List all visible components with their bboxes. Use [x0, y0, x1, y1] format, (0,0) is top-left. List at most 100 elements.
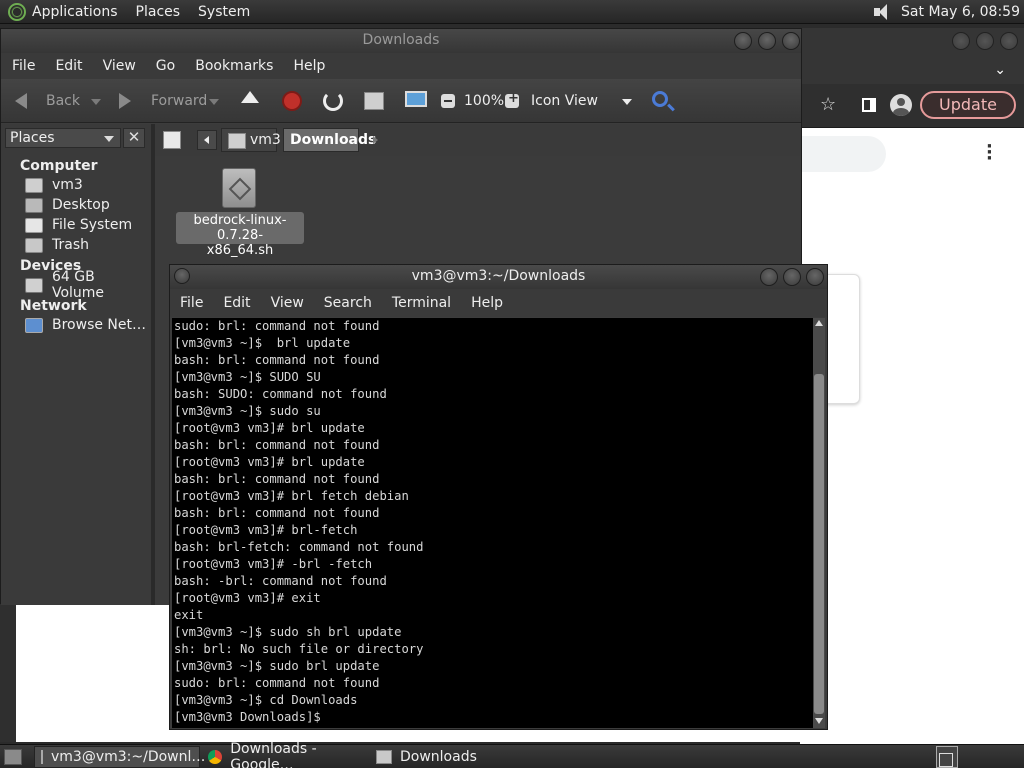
system-menu[interactable]: System — [198, 4, 250, 20]
path-scroll-left-button[interactable] — [197, 130, 217, 150]
forward-button[interactable]: Forward — [151, 93, 207, 109]
panel-tray: Sat May 6, 08:59 — [871, 0, 1020, 24]
terminal-line: sudo: brl: command not found — [174, 676, 380, 690]
terminal-line: [vm3@vm3 ~]$ brl update — [174, 336, 351, 350]
reload-icon[interactable] — [323, 91, 343, 111]
sidebar-type-select[interactable]: Places — [5, 128, 121, 148]
sidebar-close-button[interactable]: ✕ — [123, 128, 145, 148]
menu-bookmarks[interactable]: Bookmarks — [195, 58, 273, 74]
search-icon[interactable] — [652, 91, 668, 107]
menu-go[interactable]: Go — [156, 58, 175, 74]
menu-file[interactable]: File — [12, 58, 35, 74]
sidebar-item-64gb-volume[interactable]: 64 GB Volume — [25, 269, 151, 301]
taskbar-item-chrome[interactable]: Downloads - Google… — [202, 741, 368, 768]
window-menu-button[interactable] — [174, 268, 190, 284]
folder-icon — [376, 750, 392, 764]
close-button[interactable] — [782, 32, 800, 50]
applications-menu[interactable]: Applications — [32, 4, 118, 20]
browser-titlebar: ⌄ — [800, 28, 1024, 84]
sidebar-item-browse-network[interactable]: Browse Net… — [25, 315, 146, 335]
scroll-down-icon[interactable] — [815, 718, 823, 724]
terminal-line: sh: brl: No such file or directory — [174, 642, 424, 656]
breadcrumb-home[interactable]: vm3 — [221, 128, 281, 152]
profile-avatar-icon[interactable] — [890, 94, 912, 116]
browser-content: · · · — [800, 128, 1024, 744]
terminal-menu-file[interactable]: File — [180, 295, 203, 311]
more-menu-icon[interactable]: · · · — [986, 138, 993, 168]
side-panel-icon[interactable] — [862, 98, 876, 112]
menu-edit[interactable]: Edit — [55, 58, 82, 74]
bookmark-star-icon[interactable]: ☆ — [820, 94, 836, 115]
desktop-icon — [25, 197, 43, 213]
terminal-menu-edit[interactable]: Edit — [223, 295, 250, 311]
terminal-icon — [41, 750, 43, 764]
scroll-up-icon[interactable] — [815, 320, 823, 326]
terminal-screen[interactable]: sudo: brl: command not found [vm3@vm3 ~]$… — [172, 318, 813, 728]
menu-help[interactable]: Help — [293, 58, 325, 74]
sidebar-title: Places — [10, 130, 55, 146]
forward-arrow-icon[interactable] — [119, 93, 131, 109]
tab-search-chevron-icon[interactable]: ⌄ — [994, 62, 1006, 78]
terminal-line: [vm3@vm3 ~]$ sudo su — [174, 404, 321, 418]
menu-view[interactable]: View — [103, 58, 136, 74]
drive-icon — [25, 277, 43, 293]
terminal-maximize-button[interactable] — [783, 268, 801, 286]
back-button[interactable]: Back — [46, 93, 80, 109]
taskbar-item-downloads[interactable]: Downloads — [370, 746, 536, 768]
scroll-thumb[interactable] — [814, 374, 824, 714]
sidebar-section-network: Network — [20, 298, 87, 314]
taskbar-item-terminal[interactable]: vm3@vm3:~/Downl… — [34, 746, 205, 768]
back-history-chevron-icon[interactable] — [91, 99, 101, 105]
maximize-button[interactable] — [758, 32, 776, 50]
places-menu[interactable]: Places — [136, 4, 181, 20]
breadcrumb-current[interactable]: Downloads — [283, 128, 376, 152]
chevron-down-icon — [104, 136, 114, 142]
terminal-scrollbar[interactable] — [813, 318, 825, 728]
home-folder-icon — [25, 177, 43, 193]
forward-history-chevron-icon[interactable] — [209, 99, 219, 105]
zoom-out-icon[interactable] — [441, 94, 455, 108]
browser-minimize-button[interactable] — [952, 32, 970, 50]
zoom-in-icon[interactable] — [505, 91, 519, 108]
back-arrow-icon[interactable] — [15, 93, 27, 109]
home-icon[interactable] — [364, 92, 384, 110]
script-file-icon[interactable] — [222, 168, 256, 208]
zoom-level: 100% — [464, 93, 505, 109]
chrome-browser-window: ⌄ ☆ Update · · · — [800, 28, 1024, 744]
terminal-menu-view[interactable]: View — [271, 295, 304, 311]
view-mode-chevron-icon[interactable] — [622, 99, 632, 105]
terminal-titlebar: vm3@vm3:~/Downloads — [170, 265, 827, 289]
terminal-menu-terminal[interactable]: Terminal — [392, 295, 451, 311]
file-name-label[interactable]: bedrock-linux-0.7.28- x86_64.sh — [176, 212, 304, 258]
clock[interactable]: Sat May 6, 08:59 — [901, 4, 1020, 20]
browser-maximize-button[interactable] — [976, 32, 994, 50]
workspace-switcher[interactable] — [936, 746, 958, 768]
terminal-line: bash: -brl: command not found — [174, 574, 387, 588]
up-arrow-icon[interactable] — [241, 91, 259, 103]
stop-icon[interactable] — [282, 91, 302, 111]
file-manager-titlebar: Downloads — [1, 29, 801, 53]
sidebar-item-vm3[interactable]: vm3 — [25, 175, 83, 195]
search-box[interactable] — [800, 136, 886, 172]
terminal-minimize-button[interactable] — [760, 268, 778, 286]
volume-icon[interactable] — [871, 3, 891, 21]
view-mode-select[interactable]: Icon View — [531, 93, 598, 109]
browser-close-button[interactable] — [1000, 32, 1018, 50]
terminal-line: [vm3@vm3 ~]$ SUDO SU — [174, 370, 321, 384]
computer-icon[interactable] — [405, 91, 427, 107]
sidebar-item-file-system[interactable]: File System — [25, 215, 132, 235]
minimize-button[interactable] — [734, 32, 752, 50]
terminal-title: vm3@vm3:~/Downloads — [411, 268, 586, 284]
edit-path-icon[interactable] — [163, 131, 181, 149]
path-scroll-right-icon[interactable] — [373, 136, 378, 144]
sidebar-item-trash[interactable]: Trash — [25, 235, 89, 255]
distro-logo-icon[interactable] — [8, 2, 26, 21]
update-button[interactable]: Update — [920, 91, 1016, 119]
sidebar-item-desktop[interactable]: Desktop — [25, 195, 110, 215]
show-desktop-icon[interactable] — [4, 749, 22, 765]
terminal-line: bash: brl-fetch: command not found — [174, 540, 424, 554]
terminal-menu-help[interactable]: Help — [471, 295, 503, 311]
terminal-close-button[interactable] — [806, 268, 824, 286]
trash-icon — [25, 237, 43, 253]
terminal-menu-search[interactable]: Search — [324, 295, 372, 311]
